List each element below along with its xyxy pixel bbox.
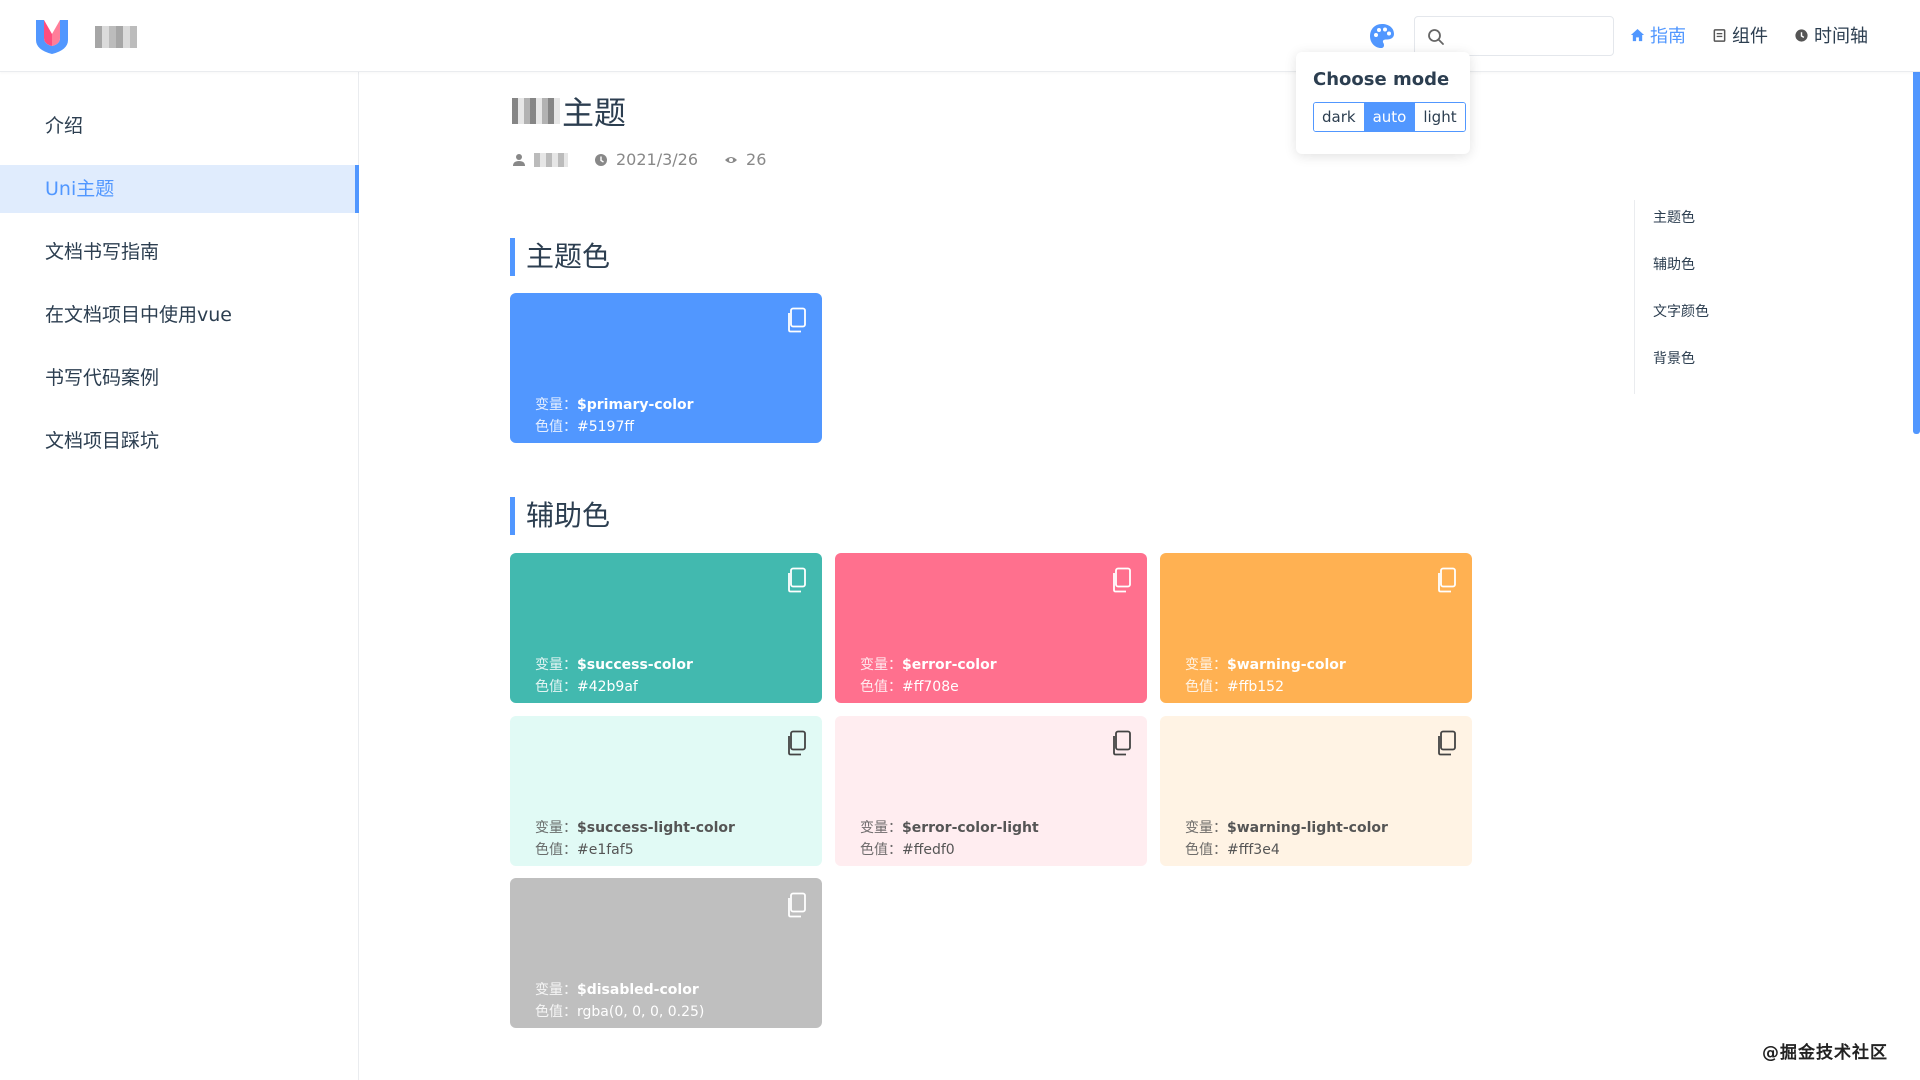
nav-link-timeline[interactable]: 时间轴 [1794, 22, 1868, 48]
nav-link-label: 指南 [1650, 26, 1686, 47]
color-value: #e1faf5 [577, 842, 634, 858]
var-name: $success-light-color [577, 820, 735, 836]
search-icon [1428, 29, 1444, 45]
var-key: 变量： [535, 982, 577, 998]
search-input[interactable] [1451, 23, 1607, 49]
copy-icon[interactable] [786, 307, 808, 333]
value-key: 色值： [860, 842, 902, 858]
book-icon [1713, 28, 1726, 42]
site-name[interactable] [95, 26, 137, 48]
var-name: $error-color-light [902, 820, 1039, 836]
redacted-text [512, 98, 560, 124]
var-name: $primary-color [577, 397, 694, 413]
value-key: 色值： [535, 842, 577, 858]
sidebar-item-writing-guide[interactable]: 文档书写指南 [0, 228, 359, 276]
mode-switch: dark auto light [1313, 102, 1466, 132]
var-key: 变量： [860, 657, 902, 673]
color-value: rgba(0, 0, 0, 0.25) [577, 1004, 705, 1020]
mode-option-auto[interactable]: auto [1364, 103, 1416, 131]
var-name: $warning-color [1227, 657, 1346, 673]
color-value: #42b9af [577, 679, 638, 695]
value-key: 色值： [535, 1004, 577, 1020]
author-name [534, 152, 568, 167]
var-name: $success-color [577, 657, 693, 673]
page-date: 2021/3/26 [616, 150, 699, 169]
sidebar-item-pitfalls[interactable]: 文档项目踩坑 [0, 417, 359, 465]
clock-icon [595, 153, 607, 166]
search-box[interactable] [1414, 16, 1614, 56]
copy-icon[interactable] [1111, 730, 1133, 756]
palette-icon[interactable] [1368, 22, 1396, 50]
color-value: #ff708e [902, 679, 959, 695]
var-key: 变量： [535, 657, 577, 673]
color-value: #fff3e4 [1227, 842, 1280, 858]
toc-item-aux[interactable]: 辅助色 [1635, 253, 1794, 300]
var-key: 变量： [860, 820, 902, 836]
copy-icon[interactable] [1111, 567, 1133, 593]
toc-item-text-color[interactable]: 文字颜色 [1635, 300, 1794, 347]
var-key: 变量： [535, 820, 577, 836]
site-logo[interactable] [34, 16, 70, 56]
mode-option-light[interactable]: light [1415, 103, 1465, 131]
sidebar-item-intro[interactable]: 介绍 [0, 102, 359, 150]
color-card-primary: 变量：$primary-color 色值：#5197ff [510, 293, 822, 443]
var-name: $warning-light-color [1227, 820, 1388, 836]
color-card-disabled: 变量：$disabled-color 色值：rgba(0, 0, 0, 0.25… [510, 878, 822, 1028]
var-key: 变量： [1185, 657, 1227, 673]
color-card-error: 变量：$error-color 色值：#ff708e [835, 553, 1147, 703]
var-name: $error-color [902, 657, 997, 673]
value-key: 色值： [535, 419, 577, 435]
sidebar: 介绍 Uni主题 文档书写指南 在文档项目中使用vue 书写代码案例 文档项目踩… [0, 72, 359, 1080]
value-key: 色值： [535, 679, 577, 695]
table-of-contents: 主题色 辅助色 文字颜色 背景色 [1634, 200, 1794, 394]
toc-item-primary[interactable]: 主题色 [1635, 206, 1794, 253]
var-key: 变量： [535, 397, 577, 413]
section-title-aux: 辅助色 [510, 497, 610, 535]
color-card-warning: 变量：$warning-color 色值：#ffb152 [1160, 553, 1472, 703]
color-card-warning-light: 变量：$warning-light-color 色值：#fff3e4 [1160, 716, 1472, 866]
nav-link-label: 时间轴 [1814, 26, 1868, 47]
mode-popup: Choose mode dark auto light [1296, 52, 1470, 154]
section-title-primary: 主题色 [510, 238, 610, 276]
sidebar-item-code-examples[interactable]: 书写代码案例 [0, 354, 359, 402]
eye-icon [725, 156, 738, 163]
home-icon [1630, 28, 1645, 41]
page-title-text: 主题 [562, 94, 627, 132]
sidebar-item-uni-theme[interactable]: Uni主题 [0, 165, 359, 213]
color-value: #ffedf0 [902, 842, 955, 858]
clock-icon [1795, 28, 1808, 42]
value-key: 色值： [1185, 679, 1227, 695]
var-name: $disabled-color [577, 982, 699, 998]
var-key: 变量： [1185, 820, 1227, 836]
nav-links: 指南 组件 时间轴 [1630, 22, 1868, 48]
nav-link-components[interactable]: 组件 [1712, 22, 1768, 48]
toc-item-bg-color[interactable]: 背景色 [1635, 347, 1794, 394]
navbar: 指南 组件 时间轴 [0, 0, 1920, 72]
color-value: #5197ff [577, 419, 635, 435]
copy-icon[interactable] [786, 892, 808, 918]
color-card-success: 变量：$success-color 色值：#42b9af [510, 553, 822, 703]
nav-link-label: 组件 [1732, 26, 1768, 47]
user-icon [513, 153, 525, 166]
copy-icon[interactable] [786, 730, 808, 756]
value-key: 色值： [860, 679, 902, 695]
color-value: #ffb152 [1227, 679, 1284, 695]
value-key: 色值： [1185, 842, 1227, 858]
page-views: 26 [746, 150, 767, 169]
copy-icon[interactable] [1436, 730, 1458, 756]
color-card-error-light: 变量：$error-color-light 色值：#ffedf0 [835, 716, 1147, 866]
page-title: 主题 [512, 88, 626, 134]
page-meta: 2021/3/26 26 [512, 150, 766, 169]
sidebar-item-use-vue[interactable]: 在文档项目中使用vue [0, 291, 359, 339]
mode-popup-title: Choose mode [1313, 69, 1450, 90]
copy-icon[interactable] [786, 567, 808, 593]
copy-icon[interactable] [1436, 567, 1458, 593]
mode-option-dark[interactable]: dark [1314, 103, 1365, 131]
watermark: @掘金技术社区 [1762, 1043, 1888, 1063]
nav-link-guide[interactable]: 指南 [1630, 22, 1686, 48]
color-card-success-light: 变量：$success-light-color 色值：#e1faf5 [510, 716, 822, 866]
